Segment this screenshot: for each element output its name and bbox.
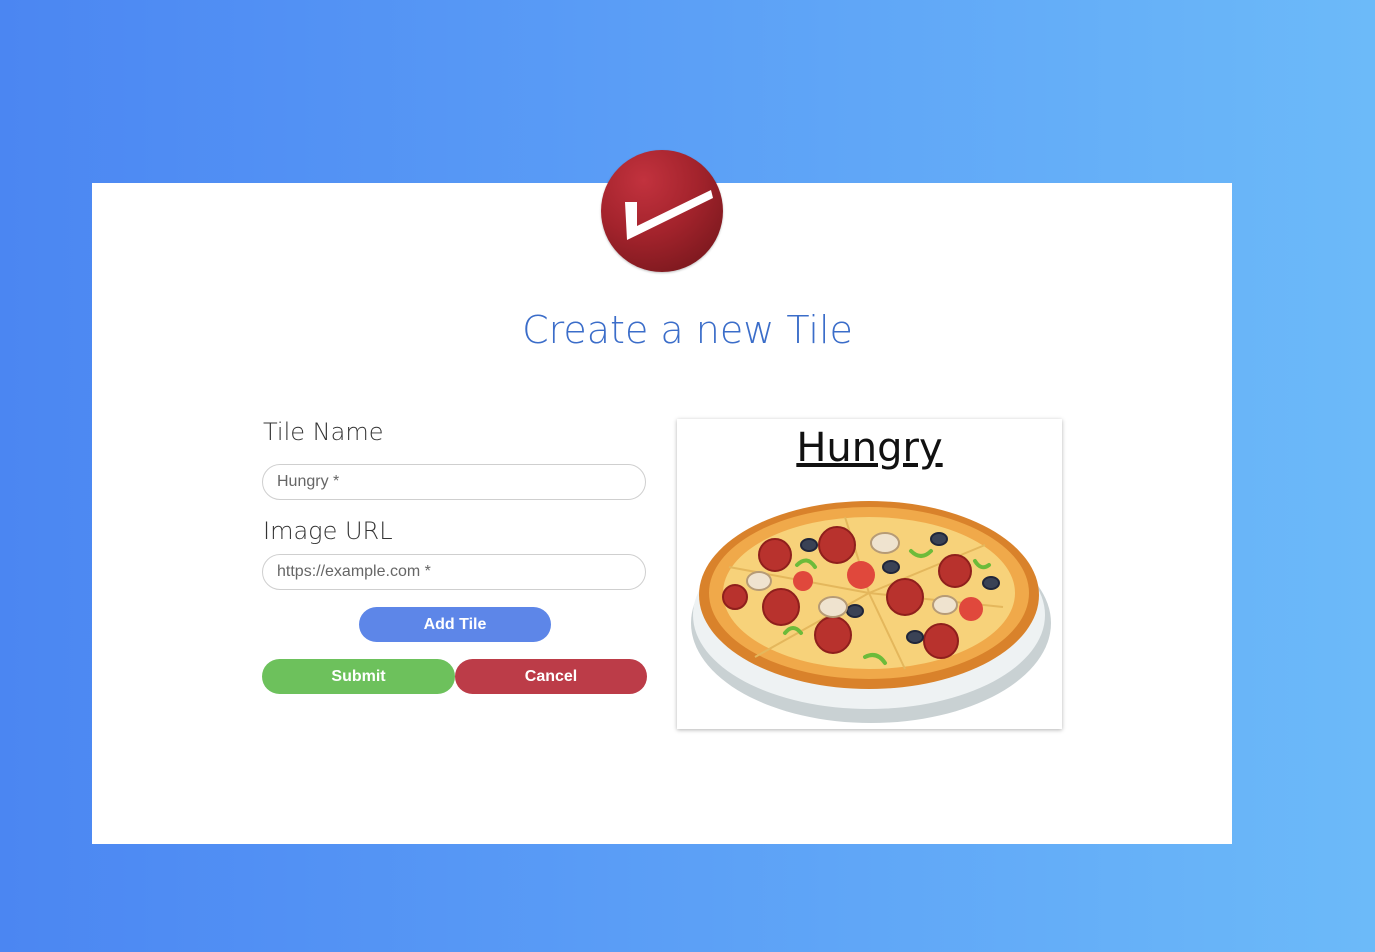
- image-url-label: Image URL: [263, 517, 393, 545]
- tile-preview: Hungry: [677, 419, 1062, 729]
- app-logo: [601, 150, 723, 272]
- tile-name-label: Tile Name: [263, 418, 384, 446]
- tile-name-input[interactable]: [262, 464, 646, 500]
- submit-button[interactable]: Submit: [262, 659, 455, 694]
- pizza-image: [691, 501, 1051, 723]
- cancel-button[interactable]: Cancel: [455, 659, 647, 694]
- preview-title: Hungry: [796, 425, 943, 471]
- checkmark-icon: [625, 190, 713, 240]
- image-url-input[interactable]: [262, 554, 646, 590]
- add-tile-button[interactable]: Add Tile: [359, 607, 551, 642]
- page-title: Create a new Tile: [522, 308, 853, 352]
